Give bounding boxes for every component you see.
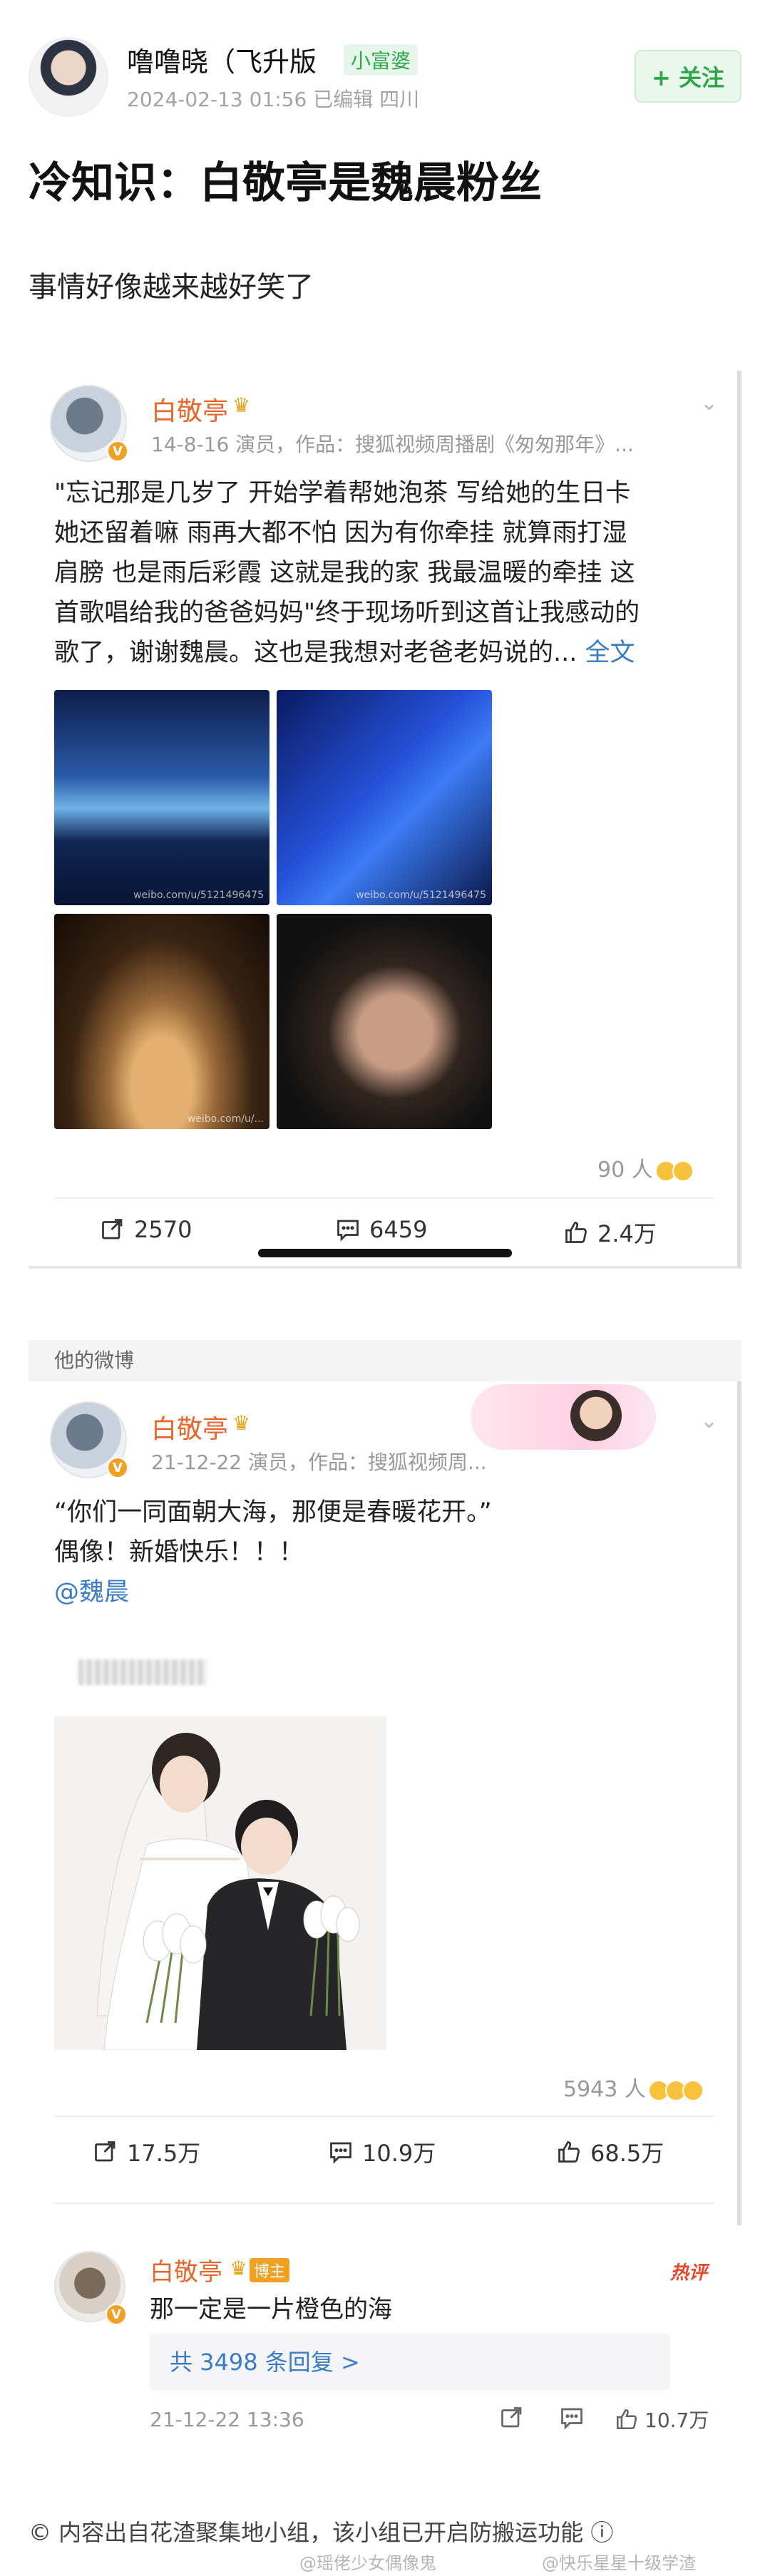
repost-icon (95, 2141, 115, 2162)
repost-icon (102, 1219, 123, 1240)
weibo-text-line: 偶像！新婚快乐！！！ (54, 1538, 304, 1567)
card-decoration-face (570, 1390, 622, 1441)
weibo-text: "忘记那是几岁了 开始学着帮她泡茶 写给她的生日卡 她还留着嘛 雨再大都不怕 因… (54, 473, 710, 673)
emoji-grin-icon (672, 1160, 694, 1182)
repost-button[interactable]: 17.5万 (93, 2135, 200, 2168)
comment-share-button[interactable] (499, 2405, 525, 2431)
like-button[interactable]: 68.5万 (556, 2135, 664, 2168)
copyright-notice: © 内容出自花渣聚集地小组，该小组已开启防搬运功能 ⓘ (29, 2519, 614, 2546)
wedding-illustration[interactable] (54, 1716, 386, 2050)
concert-photo-1[interactable]: weibo.com/u/5121496475 (54, 690, 270, 905)
comment-count: 6459 (369, 1216, 428, 1243)
likes-count: 90 人 (597, 1158, 653, 1183)
card-decoration-banner (471, 1384, 656, 1450)
watermark-left: @瑶佬少女偶像鬼 (299, 2553, 436, 2573)
wedding-illustration-art (96, 1733, 360, 2050)
post-meta: 2024-02-13 01:56 已编辑 四川 (127, 88, 420, 111)
divider (54, 1197, 714, 1199)
author-avatar[interactable] (29, 37, 108, 117)
like-button[interactable]: 2.4万 (563, 1216, 657, 1249)
verified-v-icon: V (107, 1457, 128, 1478)
like-icon (565, 1222, 587, 1243)
comment-like-button[interactable]: 10.7万 (615, 2405, 709, 2433)
hot-comment-tag: 热评 (670, 2262, 708, 2284)
crown-icon: ♛ (232, 393, 251, 417)
weibo-username[interactable]: 白敬亭 (151, 391, 228, 428)
comment-count: 10.9万 (362, 2140, 436, 2167)
concert-photo-3[interactable]: weibo.com/u/... (54, 914, 270, 1129)
chevron-down-icon[interactable]: ⌄ (700, 1408, 718, 1433)
likes-count: 5943 人 (563, 2077, 646, 2102)
view-replies-button[interactable]: 共 3498 条回复 > (150, 2334, 670, 2391)
weibo-text-line: 首歌唱给我的爸爸妈妈"终于现场听到这首让我感动的 (54, 599, 640, 627)
comment-time: 21-12-22 13:36 (150, 2408, 304, 2431)
photo-watermark: weibo.com/u/... (187, 1113, 264, 1125)
comment-reply-button[interactable] (559, 2405, 585, 2431)
like-icon (616, 2408, 637, 2430)
scroll-indicator[interactable] (258, 1249, 512, 1257)
weibo-text-line: "忘记那是几岁了 开始学着帮她泡茶 写给她的生日卡 (54, 479, 631, 508)
weibo-text: “你们一同面朝大海，那便是春暖花开。” 偶像！新婚快乐！！！ @魏晨 (54, 1493, 710, 1612)
likes-summary: 5943 人 (563, 2071, 704, 2103)
comment-like-count: 10.7万 (645, 2408, 709, 2432)
repost-button[interactable]: 2570 (100, 1216, 192, 1243)
divider (54, 2116, 714, 2117)
crown-icon: ♛ (230, 2257, 248, 2280)
author-badge: 小富婆 (344, 44, 419, 76)
mention-link[interactable]: @魏晨 (54, 1572, 710, 1612)
follow-button[interactable]: + 关注 (635, 50, 741, 103)
like-icon (558, 2141, 580, 2163)
comment-icon (330, 2142, 351, 2164)
comment-username[interactable]: 白敬亭 (150, 2252, 222, 2287)
read-more-link[interactable]: 全文 (585, 639, 635, 667)
comment-button[interactable]: 10.9万 (328, 2135, 436, 2168)
divider (54, 2203, 714, 2204)
selfie-photo-4[interactable] (277, 914, 492, 1129)
photo-watermark: weibo.com/u/5121496475 (133, 890, 264, 901)
like-count: 2.4万 (597, 1220, 657, 1247)
repost-count: 2570 (134, 1216, 192, 1243)
post-title: 冷知识：白敬亭是魏晨粉丝 (29, 158, 542, 208)
verified-v-icon: V (107, 441, 128, 462)
comment-icon (561, 2408, 582, 2430)
comment-button[interactable]: 6459 (335, 1216, 427, 1243)
weibo-text-line: 肩膀 也是雨后彩霞 这就是我的家 我最温暖的牵挂 这 (54, 559, 635, 587)
weibo-username[interactable]: 白敬亭 (151, 1408, 228, 1446)
section-label: 他的微博 (29, 1340, 741, 1381)
verified-v-icon: V (106, 2304, 127, 2325)
emoji-surprise-icon (682, 2079, 704, 2101)
chevron-down-icon[interactable]: ⌄ (700, 391, 718, 416)
watermark-right: @快乐星星十级学渣 (542, 2553, 696, 2573)
weibo-text-line: “你们一同面朝大海，那便是春暖花开。” (54, 1498, 492, 1527)
poster-badge: 博主 (250, 2258, 290, 2282)
comment-icon (337, 1220, 359, 1242)
crown-icon: ♛ (232, 1411, 251, 1435)
likes-summary: 90 人 (597, 1152, 694, 1183)
comment-text: 那一定是一片橙色的海 (150, 2295, 392, 2324)
like-count: 68.5万 (590, 2140, 664, 2167)
weibo-meta: 14-8-16 演员，作品：搜狐视频周播剧《匆匆那年》... (151, 433, 634, 456)
blurred-username (78, 1659, 207, 1685)
concert-photo-2[interactable]: weibo.com/u/5121496475 (277, 690, 492, 905)
weibo-text-line: 她还留着嘛 雨再大都不怕 因为有你牵挂 就算雨打湿 (54, 519, 627, 547)
repost-count: 17.5万 (127, 2140, 201, 2167)
weibo-meta: 21-12-22 演员，作品：搜狐视频周... (151, 1451, 487, 1474)
author-name[interactable]: 噜噜晓（飞升版 (127, 40, 317, 79)
weibo-text-line-last: 歌了，谢谢魏晨。这也是我想对老爸老妈说的... (54, 639, 578, 667)
weibo-text-line: 歌了，谢谢魏晨。这也是我想对老爸老妈说的... 全文 (54, 633, 710, 673)
post-body: 事情好像越来越好笑了 (29, 271, 314, 304)
repost-icon (501, 2407, 522, 2428)
photo-watermark: weibo.com/u/5121496475 (356, 890, 486, 901)
